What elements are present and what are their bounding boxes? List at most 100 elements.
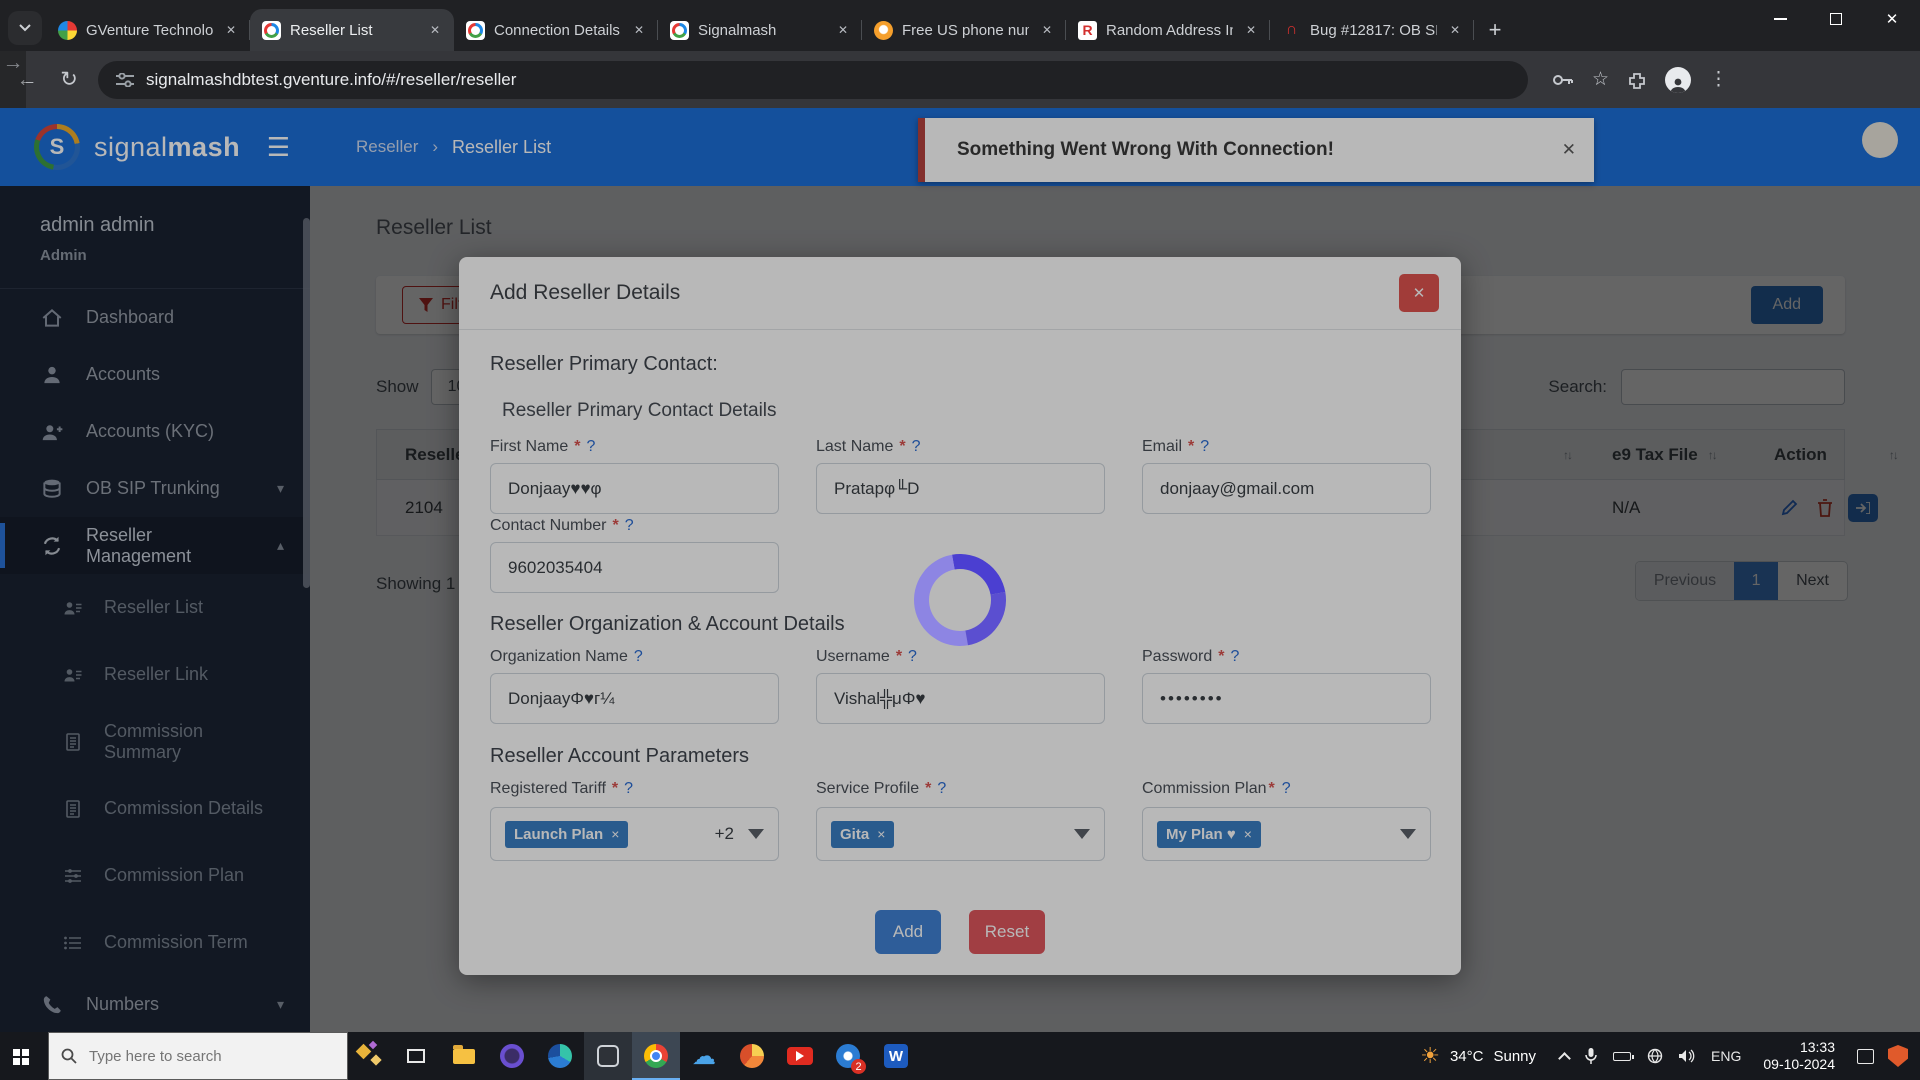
task-view-button[interactable] bbox=[392, 1032, 440, 1080]
forward-button[interactable]: → bbox=[0, 51, 26, 108]
tab-free-us-phone[interactable]: Free US phone numb ✕ bbox=[862, 9, 1066, 51]
tab-title: Signalmash bbox=[698, 22, 825, 39]
tab-close-icon[interactable]: ✕ bbox=[426, 21, 444, 39]
screen: GVenture Technology ✕ Reseller List ✕ Co… bbox=[0, 0, 1920, 1080]
redmine-favicon: ∩ bbox=[1282, 21, 1301, 40]
tab-title: Bug #12817: OB SIP t bbox=[1310, 22, 1437, 39]
firefox-button[interactable] bbox=[728, 1032, 776, 1080]
signalmash-favicon bbox=[670, 21, 689, 40]
window-maximize-button[interactable] bbox=[1808, 0, 1864, 38]
passwords-key-icon[interactable] bbox=[1552, 73, 1574, 87]
toolbar-actions: ☆ ⋮ bbox=[1552, 67, 1728, 93]
folder-icon bbox=[453, 1049, 475, 1064]
tab-close-icon[interactable]: ✕ bbox=[222, 21, 240, 39]
windows-logo-icon bbox=[13, 1049, 20, 1056]
clock-time: 13:33 bbox=[1763, 1039, 1835, 1056]
edge-button[interactable] bbox=[536, 1032, 584, 1080]
tab-title: GVenture Technology bbox=[86, 22, 213, 39]
new-tab-button[interactable]: + bbox=[1480, 15, 1510, 45]
taskbar: ☁ 2 W ☀ 34°C Sunny ENG 13:33 09-10-2024 bbox=[0, 1032, 1920, 1080]
sparkle-icon[interactable] bbox=[348, 1032, 392, 1080]
tab-close-icon[interactable]: ✕ bbox=[1038, 21, 1056, 39]
snip-tool-button[interactable] bbox=[584, 1032, 632, 1080]
tray-icons: ENG bbox=[1550, 1048, 1751, 1065]
start-button[interactable] bbox=[0, 1032, 48, 1080]
youtube-icon bbox=[787, 1047, 813, 1065]
tab-signalmash[interactable]: Signalmash ✕ bbox=[658, 9, 862, 51]
signalmash-favicon bbox=[466, 21, 485, 40]
phone-site-favicon bbox=[874, 21, 893, 40]
clock-date: 09-10-2024 bbox=[1763, 1056, 1835, 1073]
volume-icon[interactable] bbox=[1679, 1049, 1695, 1063]
extensions-icon[interactable] bbox=[1627, 70, 1647, 90]
web-viewport: S signalmash ☰ Reseller › Reseller List … bbox=[0, 108, 1920, 1032]
word-icon: W bbox=[884, 1044, 908, 1068]
cloud-icon: ☁ bbox=[692, 1042, 716, 1071]
battery-icon[interactable] bbox=[1613, 1052, 1631, 1061]
chrome-button[interactable] bbox=[632, 1032, 680, 1080]
maximize-icon bbox=[1830, 13, 1842, 25]
network-icon[interactable] bbox=[1647, 1048, 1663, 1064]
word-button[interactable]: W bbox=[872, 1032, 920, 1080]
browser-toolbar: ← → ↻ signalmashdbtest.gventure.info/#/r… bbox=[0, 51, 1920, 108]
person-icon bbox=[1669, 77, 1687, 93]
tab-search-button[interactable] bbox=[8, 11, 42, 45]
site-settings-icon bbox=[116, 73, 134, 87]
weather-temp: 34°C bbox=[1450, 1048, 1484, 1065]
tab-title: Reseller List bbox=[290, 22, 417, 39]
chat-app-button[interactable]: 2 bbox=[824, 1032, 872, 1080]
sun-icon: ☀ bbox=[1420, 1043, 1440, 1069]
chrome-icon bbox=[644, 1044, 668, 1068]
tab-title: Free US phone numb bbox=[902, 22, 1029, 39]
menu-kebab-icon[interactable]: ⋮ bbox=[1709, 68, 1728, 91]
tab-connection-details[interactable]: Connection Details ✕ bbox=[454, 9, 658, 51]
taskbar-search-input[interactable] bbox=[87, 1047, 317, 1066]
bookmark-star-icon[interactable]: ☆ bbox=[1592, 68, 1609, 91]
youtube-button[interactable] bbox=[776, 1032, 824, 1080]
tab-title: Random Address In U bbox=[1106, 22, 1233, 39]
tab-close-icon[interactable]: ✕ bbox=[630, 21, 648, 39]
window-minimize-button[interactable] bbox=[1752, 0, 1808, 38]
taskbar-clock[interactable]: 13:33 09-10-2024 bbox=[1751, 1039, 1847, 1073]
file-explorer-button[interactable] bbox=[440, 1032, 488, 1080]
tab-close-icon[interactable]: ✕ bbox=[834, 21, 852, 39]
gventure-favicon bbox=[58, 21, 77, 40]
chevron-down-icon bbox=[19, 24, 31, 32]
notification-badge: 2 bbox=[851, 1059, 866, 1074]
media-player-icon bbox=[500, 1044, 524, 1068]
signalmash-favicon bbox=[262, 21, 281, 40]
weather-widget[interactable]: ☀ 34°C Sunny bbox=[1406, 1032, 1550, 1080]
window-controls: ✕ bbox=[1752, 0, 1920, 38]
browser-tabstrip: GVenture Technology ✕ Reseller List ✕ Co… bbox=[0, 0, 1920, 51]
tab-random-address[interactable]: R Random Address In U ✕ bbox=[1066, 9, 1270, 51]
lens-icon bbox=[597, 1045, 619, 1067]
tab-reseller-list[interactable]: Reseller List ✕ bbox=[250, 9, 454, 51]
taskbar-search[interactable] bbox=[48, 1032, 348, 1080]
microphone-icon[interactable] bbox=[1585, 1048, 1597, 1065]
url-text: signalmashdbtest.gventure.info/#/reselle… bbox=[146, 70, 516, 90]
system-tray: ☀ 34°C Sunny ENG 13:33 09-10-2024 bbox=[1406, 1032, 1920, 1080]
sparkle-shape bbox=[369, 1041, 377, 1049]
tray-expand-icon[interactable] bbox=[1558, 1052, 1571, 1065]
minimize-icon bbox=[1774, 18, 1787, 20]
tab-close-icon[interactable]: ✕ bbox=[1446, 21, 1464, 39]
refresh-button[interactable]: ↻ bbox=[56, 67, 82, 92]
tab-bug-12817[interactable]: ∩ Bug #12817: OB SIP t ✕ bbox=[1270, 9, 1474, 51]
edge-icon bbox=[548, 1044, 572, 1068]
sparkle-shape bbox=[370, 1054, 381, 1065]
media-player-button[interactable] bbox=[488, 1032, 536, 1080]
search-icon bbox=[61, 1048, 77, 1064]
language-indicator[interactable]: ENG bbox=[1711, 1048, 1741, 1064]
tab-close-icon[interactable]: ✕ bbox=[1242, 21, 1260, 39]
profile-avatar[interactable] bbox=[1665, 67, 1691, 93]
action-center-icon[interactable] bbox=[1857, 1049, 1874, 1064]
random-address-favicon: R bbox=[1078, 21, 1097, 40]
task-view-icon bbox=[407, 1049, 425, 1063]
tab-gventure[interactable]: GVenture Technology ✕ bbox=[46, 9, 250, 51]
window-close-button[interactable]: ✕ bbox=[1864, 0, 1920, 38]
weather-condition: Sunny bbox=[1493, 1048, 1536, 1065]
address-bar[interactable]: signalmashdbtest.gventure.info/#/reselle… bbox=[98, 61, 1528, 99]
onedrive-button[interactable]: ☁ bbox=[680, 1032, 728, 1080]
firefox-icon bbox=[740, 1044, 764, 1068]
antivirus-shield-icon[interactable] bbox=[1888, 1045, 1908, 1067]
